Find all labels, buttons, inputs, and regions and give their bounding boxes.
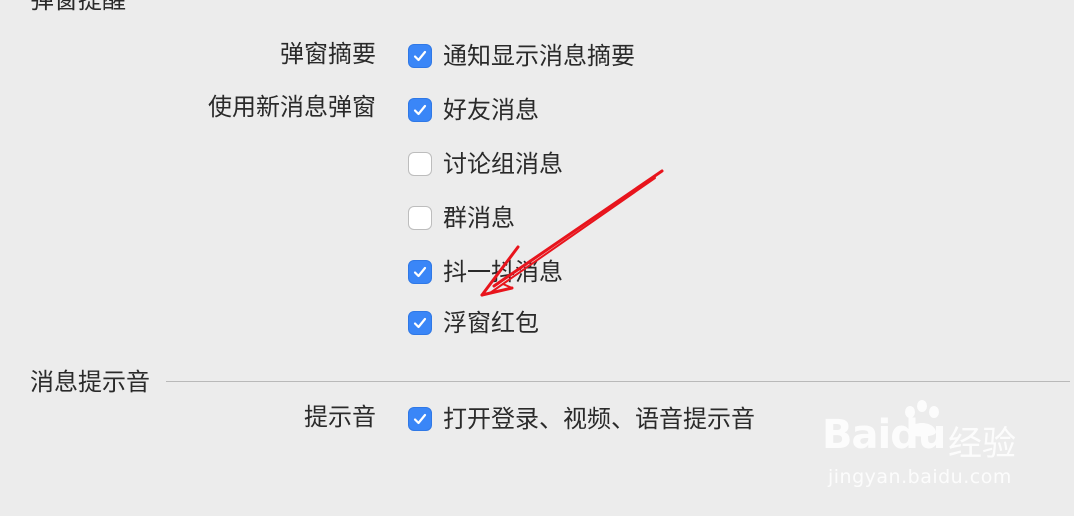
checkbox-label: 好友消息: [443, 96, 539, 124]
checkbox[interactable]: [408, 407, 432, 431]
checkbox-label: 浮窗红包: [443, 309, 539, 337]
section-title-popup: 弹窗提醒: [30, 0, 132, 12]
checkmark-icon: [413, 413, 427, 425]
row-label-sound: 提示音: [304, 403, 376, 431]
checkbox[interactable]: [408, 206, 432, 230]
checkbox-row-friend-messages[interactable]: 好友消息: [408, 95, 539, 125]
watermark-url: jingyan.baidu.com: [828, 466, 1012, 488]
checkbox[interactable]: [408, 152, 432, 176]
checkbox[interactable]: [408, 98, 432, 122]
checkbox-label: 讨论组消息: [443, 150, 563, 178]
checkbox-row-discussion-messages[interactable]: 讨论组消息: [408, 149, 563, 179]
checkbox[interactable]: [408, 311, 432, 335]
checkbox-row-group-messages[interactable]: 群消息: [408, 203, 515, 233]
watermark-cn-text: 经验: [948, 424, 1016, 464]
row-label-new-popup: 使用新消息弹窗: [208, 93, 376, 121]
baidu-jingyan-watermark: Baidu 经验 jingyan.baidu.com: [822, 400, 1022, 496]
checkbox-label: 群消息: [443, 204, 515, 232]
checkbox-label: 打开登录、视频、语音提示音: [443, 405, 755, 433]
checkbox-label: 抖一抖消息: [443, 258, 563, 286]
checkbox-row-floating-red-packet[interactable]: 浮窗红包: [408, 308, 539, 338]
section-divider: [166, 381, 1070, 382]
checkbox[interactable]: [408, 260, 432, 284]
checkmark-icon: [413, 266, 427, 278]
watermark-logo-text: Baidu: [822, 412, 946, 458]
checkmark-icon: [413, 50, 427, 62]
section-title-sound: 消息提示音: [30, 370, 156, 394]
checkbox-row-login-video-voice-sound[interactable]: 打开登录、视频、语音提示音: [408, 404, 755, 434]
checkbox-row-shake-messages[interactable]: 抖一抖消息: [408, 257, 563, 287]
checkmark-icon: [413, 104, 427, 116]
checkmark-icon: [413, 317, 427, 329]
checkbox-label: 通知显示消息摘要: [443, 42, 635, 70]
row-label-popup-summary: 弹窗摘要: [280, 40, 376, 68]
checkbox-row-message-summary[interactable]: 通知显示消息摘要: [408, 41, 635, 71]
checkbox[interactable]: [408, 44, 432, 68]
